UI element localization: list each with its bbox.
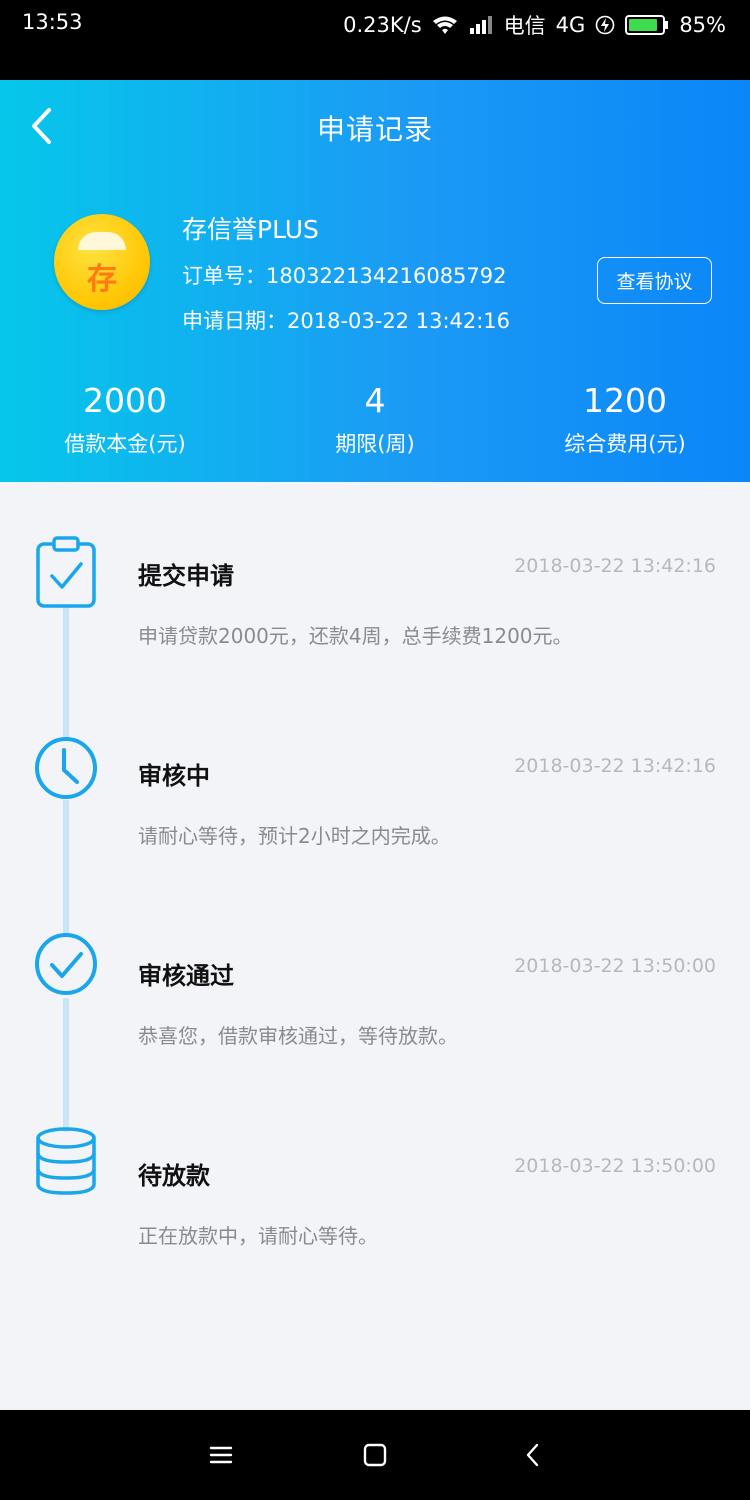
stat-value: 4 [364, 381, 386, 420]
clock-icon [33, 734, 99, 806]
home-square-icon [363, 1443, 387, 1467]
menu-icon [209, 1446, 233, 1464]
logo-hat-icon [78, 232, 126, 250]
step-name: 待放款 [138, 1162, 210, 1190]
step-desc: 请耐心等待，预计2小时之内完成。 [138, 824, 451, 848]
stat-fee: 1200 综合费用(元) [500, 380, 750, 458]
wifi-icon [432, 15, 458, 35]
view-agreement-button[interactable]: 查看协议 [597, 257, 712, 304]
product-logo: 存 [54, 214, 150, 310]
step-desc: 恭喜您，借款审核通过，等待放款。 [138, 1024, 458, 1048]
nav-back-button[interactable] [518, 1440, 548, 1470]
stat-label: 借款本金(元) [64, 432, 186, 456]
order-number: 180322134216085792 [266, 264, 507, 288]
timeline-step-approved: 审核通过 2018-03-22 13:50:00 恭喜您，借款审核通过，等待放款… [0, 882, 750, 1048]
date-label: 申请日期： [182, 309, 287, 333]
network-type: 4G [555, 13, 586, 37]
step-desc: 正在放款中，请耐心等待。 [138, 1224, 378, 1248]
carrier-name: 电信 [503, 14, 546, 38]
step-desc: 申请贷款2000元，还款4周，总手续费1200元。 [138, 624, 573, 648]
step-name: 提交申请 [138, 562, 234, 590]
check-circle-icon [33, 930, 99, 1002]
step-time: 2018-03-22 13:42:16 [514, 555, 716, 577]
battery-icon [625, 14, 669, 36]
status-time: 13:53 [22, 10, 83, 34]
order-label: 订单号： [182, 264, 266, 288]
stat-term: 4 期限(周) [250, 380, 500, 458]
loan-stats: 2000 借款本金(元) 4 期限(周) 1200 综合费用(元) [0, 380, 750, 458]
step-time: 2018-03-22 13:42:16 [514, 755, 716, 777]
step-name: 审核中 [138, 762, 210, 790]
charging-icon [595, 15, 615, 35]
battery-level: 85% [679, 13, 726, 37]
stat-label: 综合费用(元) [564, 432, 686, 456]
record-header: 申请记录 存 存信誉PLUS 订单号：180322134216085792 申请… [0, 80, 750, 482]
database-icon [33, 1126, 99, 1198]
logo-char: 存 [87, 262, 117, 297]
step-time: 2018-03-22 13:50:00 [514, 1155, 716, 1177]
system-nav-bar [0, 1410, 750, 1500]
timeline-step-pending-disbursement: 待放款 2018-03-22 13:50:00 正在放款中，请耐心等待。 [0, 1082, 750, 1248]
stat-label: 期限(周) [335, 432, 415, 456]
order-number-row: 订单号：180322134216085792 [182, 260, 507, 290]
timeline-step-reviewing: 审核中 2018-03-22 13:42:16 请耐心等待，预计2小时之内完成。 [0, 682, 750, 848]
timeline-step-submitted: 提交申请 2018-03-22 13:42:16 申请贷款2000元，还款4周，… [0, 482, 750, 648]
clipboard-check-icon [33, 534, 99, 608]
network-speed: 0.23K/s [343, 13, 422, 37]
step-time: 2018-03-22 13:50:00 [514, 955, 716, 977]
stat-principal: 2000 借款本金(元) [0, 380, 250, 458]
product-name: 存信誉PLUS [182, 215, 319, 244]
page-title: 申请记录 [316, 113, 433, 146]
signal-icon [468, 15, 494, 35]
nav-home-button[interactable] [360, 1440, 390, 1470]
stat-value: 2000 [83, 381, 167, 420]
apply-date: 2018-03-22 13:42:16 [287, 309, 511, 333]
stat-value: 1200 [583, 381, 667, 420]
back-triangle-icon [526, 1443, 539, 1467]
apply-date-row: 申请日期：2018-03-22 13:42:16 [182, 305, 510, 335]
status-bar: 13:53 0.23K/s 电信 4G 85% [0, 0, 750, 80]
step-name: 审核通过 [138, 962, 234, 990]
nav-menu-button[interactable] [206, 1440, 236, 1470]
progress-timeline: 提交申请 2018-03-22 13:42:16 申请贷款2000元，还款4周，… [0, 482, 750, 1410]
status-right: 0.23K/s 电信 4G 85% [343, 10, 726, 40]
